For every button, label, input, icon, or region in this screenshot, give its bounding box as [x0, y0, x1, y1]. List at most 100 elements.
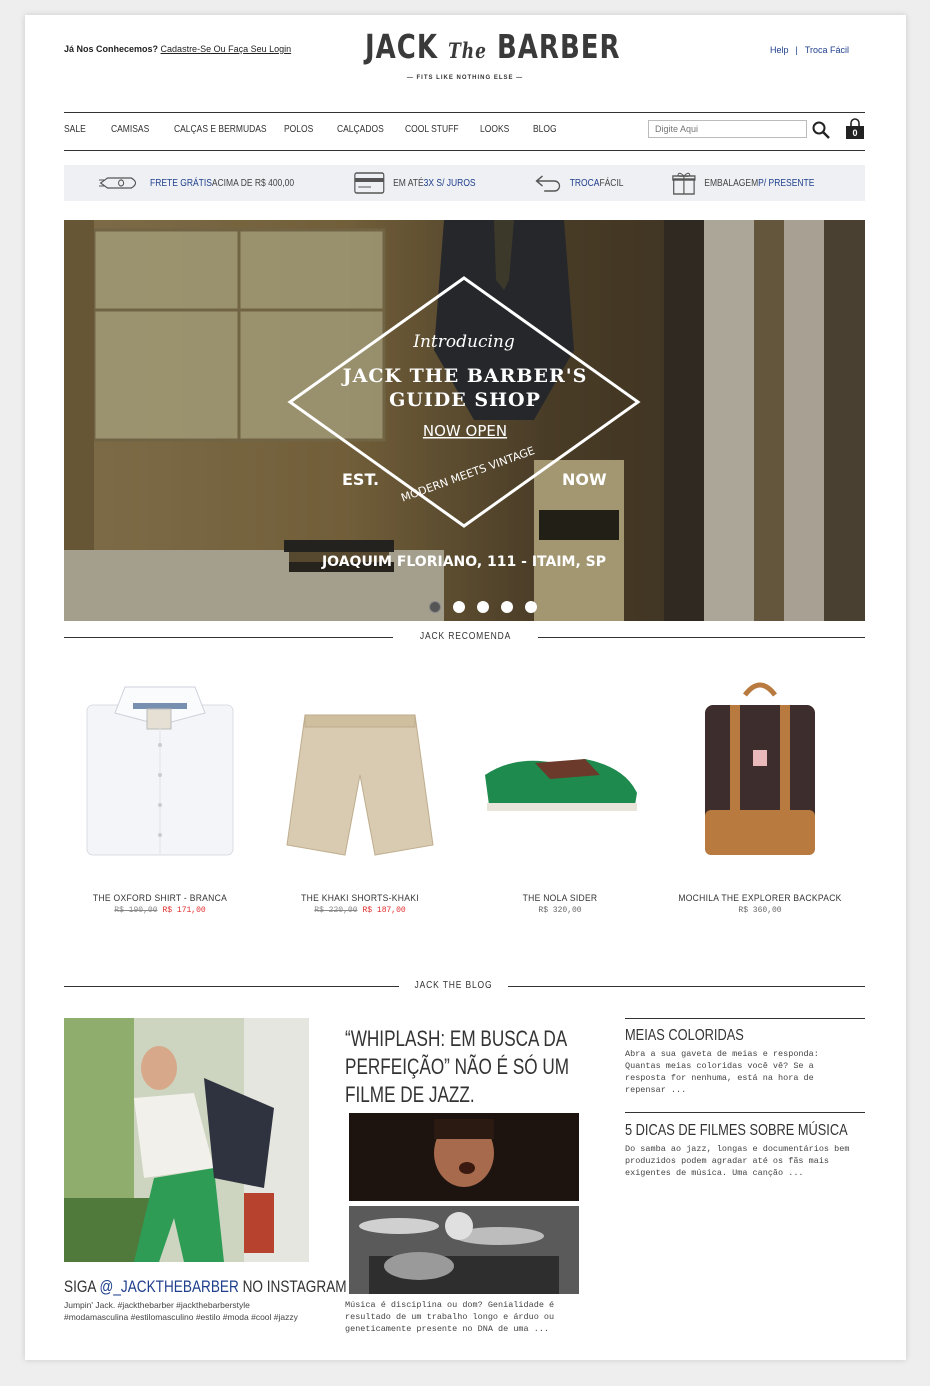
product-name[interactable]: THE OXFORD SHIRT - BRANCA: [65, 893, 255, 903]
product-card[interactable]: THE NOLA SIDER R$ 320,00: [460, 665, 660, 915]
benefit-frete: FRETE GRÁTIS ACIMA DE R$ 400,00: [99, 165, 294, 201]
product-card[interactable]: THE OXFORD SHIRT - BRANCA R$ 190,00 R$ 17…: [60, 665, 260, 915]
return-arrow-icon: [535, 175, 561, 192]
logo[interactable]: JACK The BARBER — FITS LIKE NOTHING ELSE…: [365, 29, 620, 81]
product-name[interactable]: MOCHILA THE EXPLORER BACKPACK: [665, 893, 855, 903]
benefit-parcelas-highlight: 3X S/ JUROS: [423, 177, 476, 189]
blog-main-image-1[interactable]: [349, 1113, 579, 1201]
product-card[interactable]: MOCHILA THE EXPLORER BACKPACK R$ 360,00: [660, 665, 860, 915]
help-link[interactable]: Help: [770, 45, 789, 55]
hero-address: JOAQUIM FLORIANO, 111 - ITAIM, SP: [321, 554, 606, 570]
benefit-troca-text: FÁCIL: [599, 177, 624, 189]
nav-item-sale[interactable]: SALE: [64, 124, 86, 135]
slider-dot[interactable]: [453, 601, 465, 613]
troca-facil-link[interactable]: Troca Fácil: [805, 45, 849, 55]
cart-icon[interactable]: 0: [845, 118, 865, 140]
benefit-parcelas-text: EM ATÉ: [393, 177, 424, 189]
main-nav: SALE CAMISAS CALÇAS E BERMUDAS POLOS CAL…: [64, 112, 865, 151]
gift-icon: [672, 172, 696, 195]
price-old: R$ 190,00: [114, 906, 158, 915]
hero-intro: Introducing: [412, 332, 515, 352]
slider-dot[interactable]: [477, 601, 489, 613]
divider-side-2: [625, 1112, 865, 1113]
product-name[interactable]: THE KHAKI SHORTS-KHAKI: [265, 893, 455, 903]
section-title-recomenda: JACK RECOMENDA: [419, 631, 512, 642]
price-new: R$ 187,00: [362, 906, 406, 915]
blog-main-image-2[interactable]: [349, 1206, 579, 1294]
benefits-bar: FRETE GRÁTIS ACIMA DE R$ 400,00 EM ATÉ 3…: [64, 165, 865, 201]
product-image-shirt[interactable]: [60, 665, 260, 875]
instagram-image: [64, 1018, 309, 1262]
credit-card-icon: [354, 172, 385, 194]
nav-item-polos[interactable]: POLOS: [284, 124, 313, 135]
benefit-frete-highlight: FRETE GRÁTIS: [150, 177, 212, 189]
nav-item-calcas-bermudas[interactable]: CALÇAS E BERMUDAS: [174, 124, 267, 135]
product-image-shorts[interactable]: [260, 665, 460, 875]
section-title-blog: JACK THE BLOG: [414, 980, 493, 991]
benefit-parcelas: EM ATÉ 3X S/ JUROS: [354, 165, 476, 201]
hero-title-line2: GUIDE SHOP: [389, 389, 541, 411]
search-icon[interactable]: [812, 121, 830, 139]
blog-main-excerpt: Música é disciplina ou dom? Genialidade …: [345, 1300, 555, 1334]
page: Já Nos Conhecemos? Cadastre-Se Ou Faça S…: [25, 15, 906, 1360]
product-image-backpack[interactable]: [660, 665, 860, 875]
header-links: Help | Troca Fácil: [770, 45, 849, 55]
hero-now: NOW: [562, 470, 607, 489]
product-price: R$ 360,00: [660, 906, 860, 915]
rocket-icon: [99, 177, 137, 189]
instagram-post: NO INSTAGRAM: [238, 1277, 347, 1296]
nav-item-camisas[interactable]: CAMISAS: [111, 124, 149, 135]
shorts-image: [286, 714, 434, 856]
product-card[interactable]: THE KHAKI SHORTS-KHAKI R$ 220,00 R$ 187,0…: [260, 665, 460, 915]
login-link[interactable]: Cadastre-Se Ou Faça Seu Login: [161, 44, 292, 54]
blog-main-title[interactable]: “WHIPLASH: EM BUSCA DA PERFEIÇÃO” NÃO É …: [345, 1025, 587, 1109]
instagram-caption: Jumpin' Jack. #jackthebarber #jackthebar…: [64, 1300, 298, 1322]
benefit-presente-text: EMBALAGEM: [704, 177, 759, 189]
header-separator: |: [795, 45, 798, 55]
instagram-photo[interactable]: [64, 1018, 309, 1262]
instagram-handle[interactable]: @_JACKTHEBARBER: [100, 1277, 239, 1296]
hero-image: Introducing JACK THE BARBER'S GUIDE SHOP…: [64, 220, 865, 621]
benefit-troca: TROCA FÁCIL: [534, 165, 624, 201]
benefit-presente-highlight: P/ PRESENTE: [758, 177, 815, 189]
price-old: R$ 220,00: [314, 906, 358, 915]
hero-title-line1: JACK THE BARBER'S: [341, 365, 588, 387]
logo-mid: The: [448, 39, 487, 65]
slider-dot[interactable]: [501, 601, 513, 613]
whiplash-image-1: [349, 1113, 579, 1201]
price-new: R$ 171,00: [162, 906, 206, 915]
slider-dot[interactable]: [525, 601, 537, 613]
nav-item-calcados[interactable]: CALÇADOS: [337, 124, 384, 135]
blog-side-excerpt: Do samba ao jazz, longas e documentários…: [625, 1144, 850, 1178]
blog-side-excerpt: Abra a sua gaveta de meias e responda: Q…: [625, 1049, 819, 1095]
product-price: R$ 320,00: [460, 906, 660, 915]
backpack-image: [705, 682, 815, 855]
blog-side-title[interactable]: MEIAS COLORIDAS: [625, 1027, 744, 1045]
search-input[interactable]: [648, 120, 807, 138]
hero-status: NOW OPEN: [423, 422, 507, 440]
benefit-troca-highlight: TROCA: [569, 177, 600, 189]
nav-item-blog[interactable]: BLOG: [533, 124, 557, 135]
blog-side-title[interactable]: 5 DICAS DE FILMES SOBRE MÚSICA: [625, 1122, 848, 1140]
slider-dot[interactable]: [429, 601, 441, 613]
hero-banner[interactable]: Introducing JACK THE BARBER'S GUIDE SHOP…: [64, 220, 865, 621]
logo-right: BARBER: [496, 29, 621, 67]
hero-est: EST.: [342, 470, 379, 489]
cart-count: 0: [852, 128, 858, 138]
divider-right: [538, 637, 865, 638]
shirt-image: [86, 686, 234, 856]
product-image-shoe[interactable]: [460, 665, 660, 875]
logo-left: JACK: [365, 29, 439, 67]
instagram-heading[interactable]: SIGA @_JACKTHEBARBER NO INSTAGRAM: [64, 1277, 347, 1297]
instagram-pre: SIGA: [64, 1277, 100, 1296]
product-name[interactable]: THE NOLA SIDER: [465, 893, 655, 903]
benefit-frete-text: ACIMA DE R$ 400,00: [211, 177, 295, 189]
login-prompt-text: Já Nos Conhecemos?: [64, 44, 159, 54]
shoe-image: [485, 759, 637, 811]
divider-side-1: [625, 1018, 865, 1019]
whiplash-image-2: [349, 1206, 579, 1294]
product-price: R$ 220,00 R$ 187,00: [260, 906, 460, 915]
divider-left: [64, 986, 399, 987]
nav-item-looks[interactable]: LOOKS: [480, 124, 509, 135]
nav-item-cool-stuff[interactable]: COOL STUFF: [405, 124, 459, 135]
